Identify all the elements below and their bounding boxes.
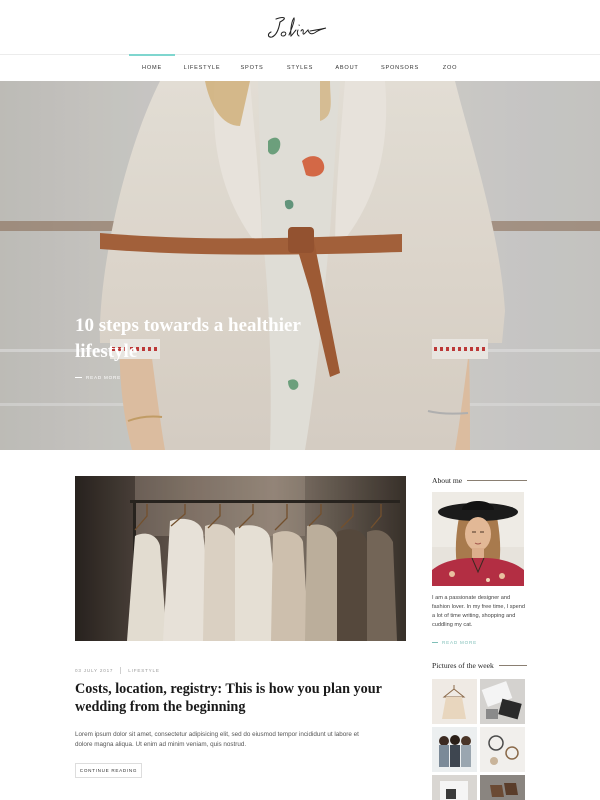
dash-icon — [432, 641, 438, 643]
nav-item-sponsors[interactable]: SPONSORS — [380, 55, 420, 81]
main-nav: HOME LIFESTYLE SPOTS STYLES ABOUT SPONSO… — [0, 54, 600, 81]
logo-signature-icon — [267, 17, 327, 38]
nav-item-spots[interactable]: SPOTS — [236, 55, 268, 81]
nav-item-styles[interactable]: STYLES — [284, 55, 316, 81]
post-date: 03 JULY 2017 — [75, 667, 114, 673]
nav-item-about[interactable]: ABOUT — [331, 55, 363, 81]
shoes-image — [480, 775, 525, 800]
nav-item-lifestyle[interactable]: LIFESTYLE — [181, 55, 223, 81]
pictures-grid — [432, 679, 526, 800]
about-read-more-label: READ MORE — [442, 639, 478, 645]
hero-image — [0, 81, 600, 450]
picture-thumbnail[interactable] — [432, 775, 477, 800]
watches-image — [480, 727, 525, 772]
picture-thumbnail[interactable] — [432, 727, 477, 772]
meta-divider — [120, 666, 122, 674]
friends-photo-image — [432, 727, 477, 772]
about-avatar — [432, 492, 524, 586]
pictures-widget-title: Pictures of the week — [432, 660, 527, 670]
picture-thumbnail[interactable] — [480, 727, 525, 772]
desk-items-image — [480, 679, 525, 724]
post-title[interactable]: Costs, location, registry: This is how y… — [75, 680, 406, 716]
title-rule — [498, 664, 527, 666]
dash-icon — [75, 376, 82, 378]
hero-banner[interactable]: 10 steps towards a healthier lifestyle R… — [0, 81, 600, 450]
author-photo — [432, 492, 524, 586]
about-widget-title: About me — [432, 475, 528, 485]
post-meta: 03 JULY 2017 LIFESTYLE — [75, 666, 160, 674]
site-logo[interactable] — [262, 10, 338, 44]
hero-title[interactable]: 10 steps towards a healthier lifestyle — [75, 313, 315, 365]
continue-reading-button[interactable]: CONTINUE READING — [75, 763, 142, 778]
clothing-image — [432, 775, 477, 800]
nav-item-home[interactable]: HOME — [129, 54, 175, 81]
hero-read-more-link[interactable]: READ MORE — [75, 373, 121, 381]
about-text: I am a passionate designer and fashion l… — [432, 595, 525, 628]
picture-thumbnail[interactable] — [480, 679, 525, 724]
title-rule — [467, 479, 528, 481]
picture-thumbnail[interactable] — [432, 679, 477, 724]
clothes-rack-image — [75, 476, 406, 641]
nav-item-zoo[interactable]: ZOO — [436, 55, 464, 81]
hanger-dress-image — [432, 679, 477, 724]
picture-thumbnail[interactable] — [480, 775, 525, 800]
pictures-title-text: Pictures of the week — [432, 660, 494, 670]
about-title-text: About me — [432, 475, 463, 485]
hero-read-more-label: READ MORE — [86, 374, 122, 380]
post-excerpt: Lorem ipsum dolor sit amet, consectetur … — [75, 731, 359, 748]
about-read-more-link[interactable]: READ MORE — [432, 638, 477, 646]
post-image[interactable] — [75, 476, 406, 641]
post-category-link[interactable]: LIFESTYLE — [128, 668, 159, 673]
site-header: HOME LIFESTYLE SPOTS STYLES ABOUT SPONSO… — [0, 0, 600, 81]
